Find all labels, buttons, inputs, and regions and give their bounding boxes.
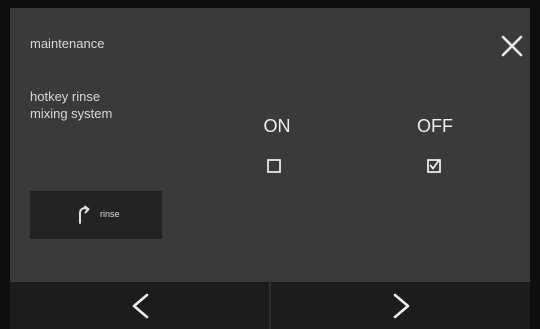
close-button[interactable] <box>496 30 528 62</box>
page-title: maintenance <box>30 36 105 51</box>
close-icon <box>501 35 523 57</box>
rinse-label: rinse <box>100 209 120 219</box>
setting-label-text: hotkey rinse mixing system <box>30 89 113 121</box>
rinse-button[interactable]: rinse <box>30 191 162 239</box>
maintenance-screen: maintenance hotkey rinse mixing system O… <box>10 8 530 329</box>
off-label: OFF <box>417 116 453 136</box>
on-checkbox[interactable] <box>267 159 281 173</box>
off-checkbox[interactable] <box>427 158 441 173</box>
bottom-nav <box>10 282 530 329</box>
chevron-left-icon <box>132 293 149 319</box>
previous-button[interactable] <box>10 282 269 329</box>
setting-label: hotkey rinse mixing system <box>30 88 180 122</box>
next-button[interactable] <box>271 282 530 329</box>
rinse-arrow-icon <box>79 205 90 224</box>
checkbox-unchecked-icon <box>267 159 281 173</box>
on-label: ON <box>263 116 291 136</box>
chevron-right-icon <box>393 293 410 319</box>
checkbox-checked-icon <box>427 158 441 173</box>
